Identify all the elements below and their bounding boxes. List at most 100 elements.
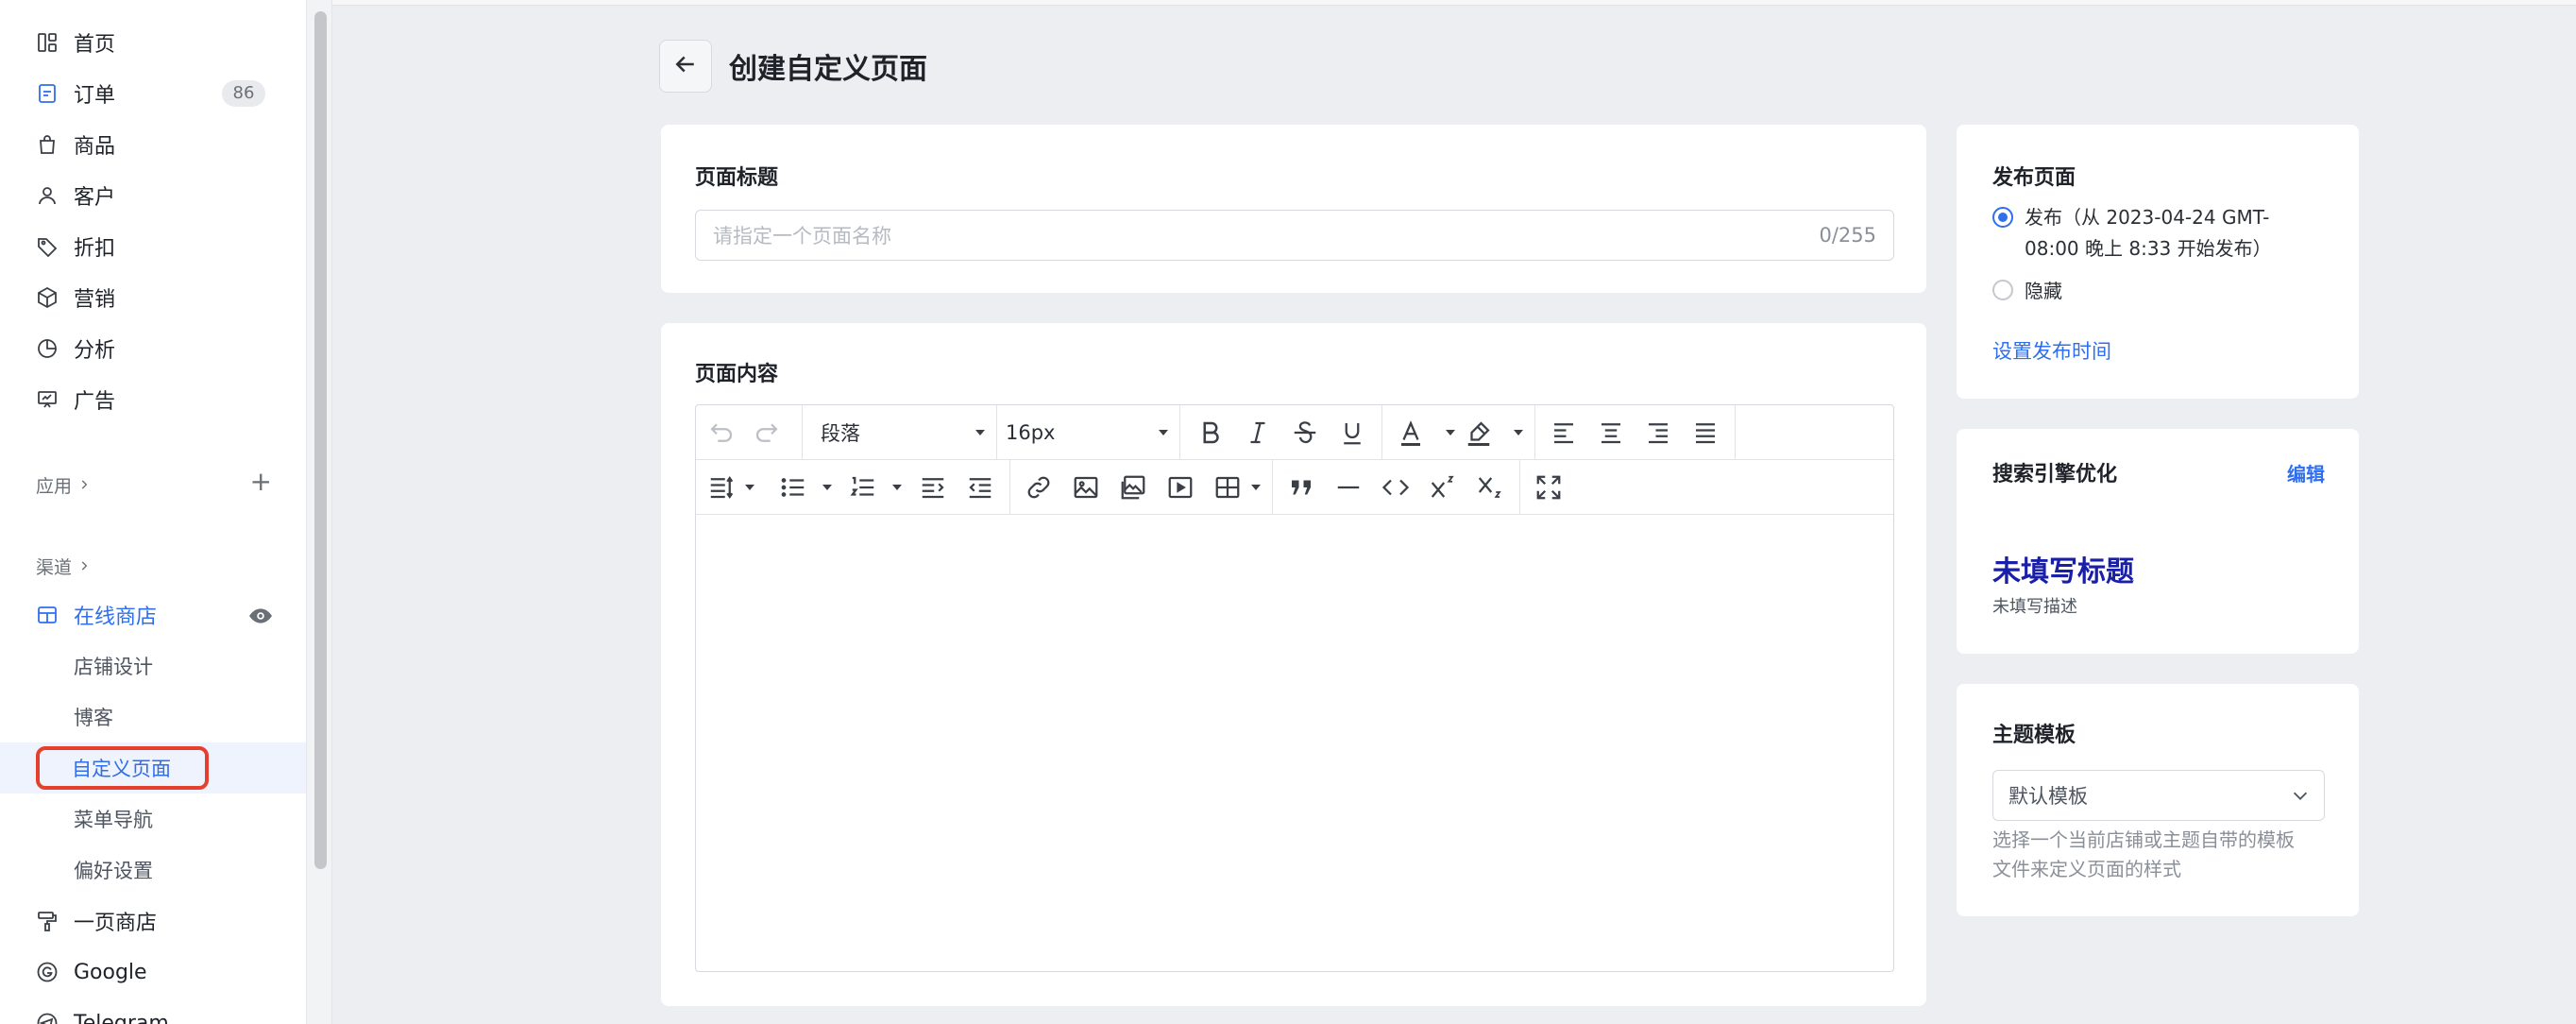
horizontal-rule-icon[interactable] [1332, 472, 1364, 503]
user-icon [36, 184, 59, 207]
paragraph-select-value: 段落 [821, 422, 860, 445]
sidebar-subitem-blog[interactable]: 博客 [0, 691, 306, 742]
highlight-icon[interactable] [1463, 418, 1495, 448]
bold-icon[interactable] [1195, 418, 1227, 448]
sidebar-subitem-store-design[interactable]: 店铺设计 [0, 640, 306, 691]
sidebar-item-one-page-store[interactable]: 一页商店 [0, 896, 306, 947]
editor-content-area[interactable] [696, 516, 1893, 971]
sidebar-item-ads[interactable]: 广告 [0, 374, 306, 425]
sidebar-item-home[interactable]: 首页 [0, 17, 306, 68]
sidebar-item-telegram[interactable]: Telegram [0, 998, 306, 1024]
code-icon[interactable] [1380, 472, 1412, 503]
order-icon [36, 82, 59, 105]
image-gallery-icon[interactable] [1117, 472, 1149, 503]
sidebar-item-marketing[interactable]: 营销 [0, 272, 306, 323]
apps-label: 应用 [36, 476, 73, 497]
sidebar-item-orders[interactable]: 订单 86 [0, 68, 306, 119]
line-height-icon[interactable] [705, 472, 737, 503]
apps-section-title[interactable]: 应用 [36, 472, 91, 498]
google-icon [36, 961, 59, 983]
sidebar-subitem-menu-navigation[interactable]: 菜单导航 [0, 794, 306, 845]
back-button[interactable] [659, 40, 712, 93]
caret-down-icon [975, 430, 985, 435]
add-app-button[interactable]: + [250, 469, 272, 495]
publish-card-title: 发布页面 [1992, 166, 2076, 190]
template-select[interactable]: 默认模板 [1992, 770, 2325, 821]
schedule-publish-link[interactable]: 设置发布时间 [1992, 336, 2111, 365]
caret-down-icon [1446, 430, 1455, 435]
caret-down-icon [745, 485, 754, 490]
link-icon[interactable] [1023, 472, 1055, 503]
redo-icon[interactable] [751, 418, 783, 447]
sidebar-item-label: Google [74, 960, 147, 984]
paragraph-select[interactable]: 段落 [821, 405, 989, 460]
template-help-line1: 选择一个当前店铺或主题自带的模板 [1992, 828, 2295, 851]
caret-down-icon [1514, 430, 1523, 435]
sidebar-subitem-label: 菜单导航 [74, 809, 153, 831]
chevron-down-icon [2290, 785, 2311, 811]
numbered-list-icon[interactable] [847, 472, 879, 503]
template-help-line2: 文件来定义页面的样式 [1992, 858, 2181, 880]
caret-down-icon [1251, 485, 1261, 490]
indent-icon[interactable] [917, 472, 949, 503]
hide-radio[interactable] [1992, 280, 2013, 300]
sidebar-item-google[interactable]: Google [0, 947, 306, 998]
channels-section-title[interactable]: 渠道 [36, 554, 91, 579]
page-title-input[interactable]: 请指定一个页面名称 0/255 [695, 210, 1894, 261]
toolbar-separator [1534, 405, 1535, 460]
fullscreen-icon[interactable] [1533, 472, 1565, 503]
sidebar-item-discounts[interactable]: 折扣 [0, 221, 306, 272]
quote-icon[interactable] [1285, 472, 1317, 503]
seo-edit-link[interactable]: 编辑 [2287, 459, 2325, 486]
undo-icon[interactable] [705, 418, 737, 447]
table-icon[interactable] [1212, 472, 1244, 503]
align-left-icon[interactable] [1548, 418, 1580, 448]
sidebar-scrollbar-thumb[interactable] [314, 11, 327, 869]
video-icon[interactable] [1164, 472, 1196, 503]
tag-icon [36, 235, 59, 258]
dashboard-icon [36, 31, 59, 54]
page-title: 创建自定义页面 [729, 53, 927, 86]
sidebar-item-analytics[interactable]: 分析 [0, 323, 306, 374]
image-icon[interactable] [1070, 472, 1102, 503]
align-center-icon[interactable] [1595, 418, 1627, 448]
sidebar-item-customers[interactable]: 客户 [0, 170, 306, 221]
top-divider [332, 0, 2576, 6]
bullet-list-icon[interactable] [777, 472, 809, 503]
count-badge: 86 [222, 80, 265, 107]
presentation-icon [36, 388, 59, 411]
align-right-icon[interactable] [1642, 418, 1674, 448]
italic-icon[interactable] [1242, 418, 1274, 448]
sidebar-item-label: 广告 [74, 390, 116, 414]
sidebar-subitem-custom-pages[interactable]: 自定义页面 [0, 742, 306, 794]
sidebar-item-label: 订单 [74, 84, 116, 108]
store-icon [36, 604, 59, 626]
char-counter: 0/255 [1819, 224, 1876, 247]
font-color-icon[interactable] [1395, 418, 1427, 448]
template-help-text: 选择一个当前店铺或主题自带的模板 文件来定义页面的样式 [1992, 826, 2295, 884]
rich-text-editor: 段落 16px [695, 404, 1894, 972]
publish-option-line1: 发布（从 2023-04-24 GMT- [2025, 206, 2270, 229]
font-size-select-value: 16px [1006, 421, 1056, 444]
sidebar-item-products[interactable]: 商品 [0, 119, 306, 170]
toolbar-separator [802, 405, 803, 460]
underline-icon[interactable] [1336, 418, 1368, 448]
sidebar: 首页 订单 86 商品 客户 折扣 营销 分析 广告 应用 + 渠道 在线商店 … [0, 0, 307, 1024]
superscript-icon[interactable] [1427, 472, 1459, 503]
sidebar-subitem-preferences[interactable]: 偏好设置 [0, 845, 306, 896]
sidebar-item-label: 首页 [74, 33, 116, 57]
sidebar-item-online-store[interactable]: 在线商店 [0, 589, 306, 640]
eye-icon[interactable] [248, 604, 273, 634]
caret-down-icon [822, 485, 832, 490]
outdent-icon[interactable] [964, 472, 996, 503]
publish-radio[interactable] [1992, 207, 2013, 228]
font-size-select[interactable]: 16px [1006, 405, 1166, 460]
publish-option-label[interactable]: 发布（从 2023-04-24 GMT- 08:00 晚上 8:33 开始发布） [2025, 202, 2272, 265]
template-card-title: 主题模板 [1992, 724, 2076, 747]
subscript-icon[interactable] [1474, 472, 1506, 503]
publish-option-line2: 08:00 晚上 8:33 开始发布） [2025, 237, 2272, 260]
page-title-placeholder: 请指定一个页面名称 [713, 225, 891, 247]
hide-option-label[interactable]: 隐藏 [2025, 276, 2062, 303]
align-justify-icon[interactable] [1689, 418, 1721, 448]
strikethrough-icon[interactable] [1289, 418, 1321, 448]
